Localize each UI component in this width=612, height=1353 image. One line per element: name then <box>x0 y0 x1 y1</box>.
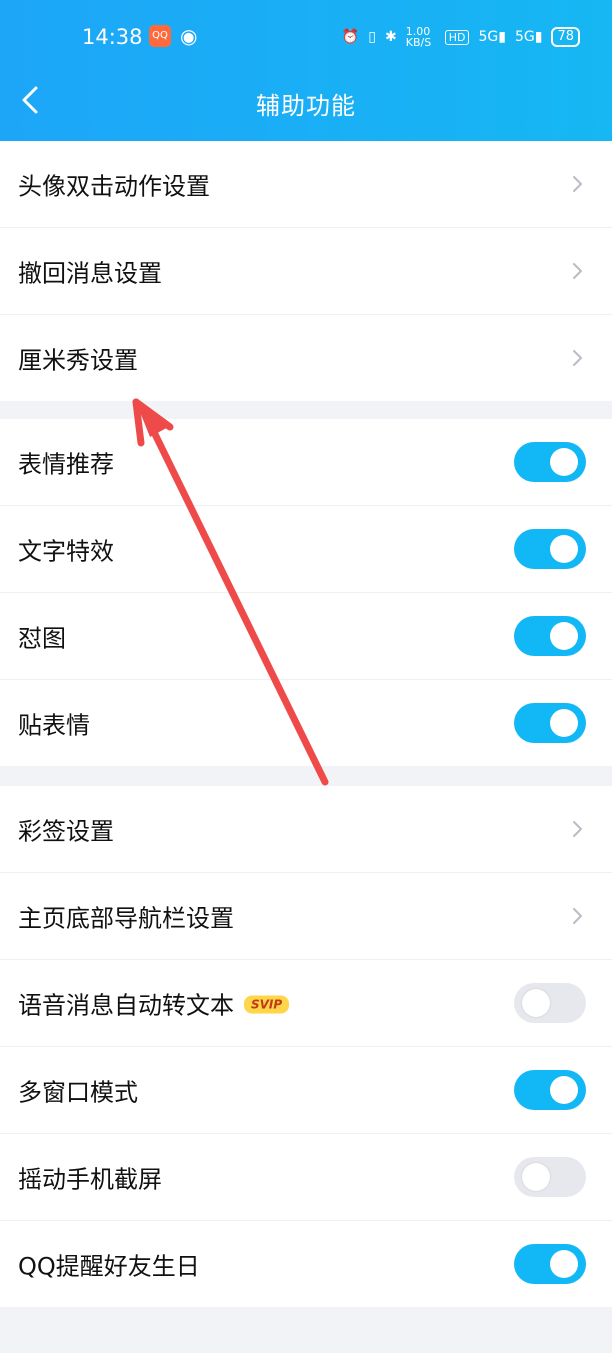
settings-group-1: 头像双击动作设置 撤回消息设置 厘米秀设置 <box>0 141 612 401</box>
settings-group-3: 彩签设置主页底部导航栏设置 语音消息自动转文本 SVIP 多窗口模式摇动手机截屏 QQ提… <box>0 786 612 1307</box>
settings-row-label: 贴表情 <box>18 706 90 741</box>
settings-row-text: 多窗口模式 <box>18 1078 138 1107</box>
toggle-switch[interactable] <box>514 1157 586 1197</box>
status-bar: 14:38 QQ ◉ ⏰ ▯ ✱ 1.00 KB/S HD 5G▮ 5G▮ 78 <box>0 22 612 58</box>
settings-row-text: 语音消息自动转文本 <box>18 991 234 1020</box>
battery-icon: 78 <box>551 27 580 47</box>
toggle-knob <box>522 1163 550 1191</box>
toggle-knob <box>550 1250 578 1278</box>
hd-icon: HD <box>444 29 470 45</box>
status-icons: ⏰ ▯ ✱ 1.00 KB/S HD 5G▮ 5G▮ 78 <box>342 26 580 48</box>
network-speed: 1.00 KB/S <box>405 25 432 49</box>
toggle-knob <box>550 1076 578 1104</box>
header-bar: 14:38 QQ ◉ ⏰ ▯ ✱ 1.00 KB/S HD 5G▮ 5G▮ 78… <box>0 0 612 141</box>
settings-row-text: 主页底部导航栏设置 <box>18 904 234 933</box>
settings-row-label: 撤回消息设置 <box>18 254 162 289</box>
settings-row-label: 摇动手机截屏 <box>18 1160 162 1195</box>
settings-row[interactable]: 贴表情 <box>0 680 612 766</box>
settings-row-text: 厘米秀设置 <box>18 346 138 375</box>
toggle-switch[interactable] <box>514 442 586 482</box>
settings-row[interactable]: 头像双击动作设置 <box>0 141 612 228</box>
settings-row-text: 撤回消息设置 <box>18 259 162 288</box>
settings-row-text: QQ提醒好友生日 <box>18 1252 200 1281</box>
settings-row[interactable]: 主页底部导航栏设置 <box>0 873 612 960</box>
settings-row-text: 贴表情 <box>18 711 90 740</box>
settings-row-text: 怼图 <box>18 624 66 653</box>
toggle-switch[interactable] <box>514 703 586 743</box>
weibo-icon: ◉ <box>180 24 198 48</box>
toggle-switch[interactable] <box>514 983 586 1023</box>
toggle-switch[interactable] <box>514 1244 586 1284</box>
toggle-knob <box>550 535 578 563</box>
settings-row-label: 厘米秀设置 <box>18 341 138 376</box>
settings-row[interactable]: 彩签设置 <box>0 786 612 873</box>
settings-row[interactable]: 文字特效 <box>0 506 612 593</box>
settings-row-label: 主页底部导航栏设置 <box>18 899 234 934</box>
settings-row-text: 彩签设置 <box>18 817 114 846</box>
chevron-right-icon <box>573 908 582 924</box>
toggle-switch[interactable] <box>514 616 586 656</box>
toggle-switch[interactable] <box>514 529 586 569</box>
qq-app-icon: QQ <box>149 25 171 47</box>
settings-row[interactable]: 语音消息自动转文本 SVIP <box>0 960 612 1047</box>
chevron-right-icon <box>573 176 582 192</box>
signal-label-2: 5G <box>514 29 535 45</box>
settings-row[interactable]: 厘米秀设置 <box>0 315 612 401</box>
settings-row-label: 语音消息自动转文本 SVIP <box>18 986 290 1021</box>
toggle-switch[interactable] <box>514 1070 586 1110</box>
settings-row-text: 文字特效 <box>18 537 114 566</box>
settings-row-label: 表情推荐 <box>18 445 114 480</box>
signal-icon-2: 5G▮ <box>514 29 543 45</box>
settings-row-label: 头像双击动作设置 <box>18 167 210 202</box>
settings-row-text: 摇动手机截屏 <box>18 1165 162 1194</box>
toggle-knob <box>550 622 578 650</box>
settings-row-label: 怼图 <box>18 619 66 654</box>
page-title: 辅助功能 <box>256 92 356 120</box>
settings-row-text: 表情推荐 <box>18 450 114 479</box>
settings-row[interactable]: 撤回消息设置 <box>0 228 612 315</box>
settings-row[interactable]: 摇动手机截屏 <box>0 1134 612 1221</box>
svip-badge: SVIP <box>244 995 290 1014</box>
settings-row[interactable]: QQ提醒好友生日 <box>0 1221 612 1307</box>
signal-label: 5G <box>478 29 499 45</box>
settings-row-label: QQ提醒好友生日 <box>18 1247 200 1282</box>
settings-row-text: 头像双击动作设置 <box>18 172 210 201</box>
settings-row-label: 多窗口模式 <box>18 1073 138 1108</box>
settings-row-label: 彩签设置 <box>18 812 114 847</box>
toggle-knob <box>550 709 578 737</box>
settings-row[interactable]: 怼图 <box>0 593 612 680</box>
toggle-knob <box>522 989 550 1017</box>
status-time: 14:38 <box>82 25 143 49</box>
settings-group-2: 表情推荐文字特效怼图贴表情 <box>0 419 612 766</box>
toggle-knob <box>550 448 578 476</box>
settings-row[interactable]: 表情推荐 <box>0 419 612 506</box>
settings-row[interactable]: 多窗口模式 <box>0 1047 612 1134</box>
chevron-right-icon <box>573 821 582 837</box>
alarm-icon: ⏰ <box>341 29 360 45</box>
chevron-right-icon <box>573 263 582 279</box>
settings-row-label: 文字特效 <box>18 532 114 567</box>
signal-icon: 5G▮ <box>478 29 506 45</box>
chevron-right-icon <box>573 350 582 366</box>
bluetooth-icon: ✱ <box>385 29 397 45</box>
vibrate-icon: ▯ <box>368 29 376 45</box>
